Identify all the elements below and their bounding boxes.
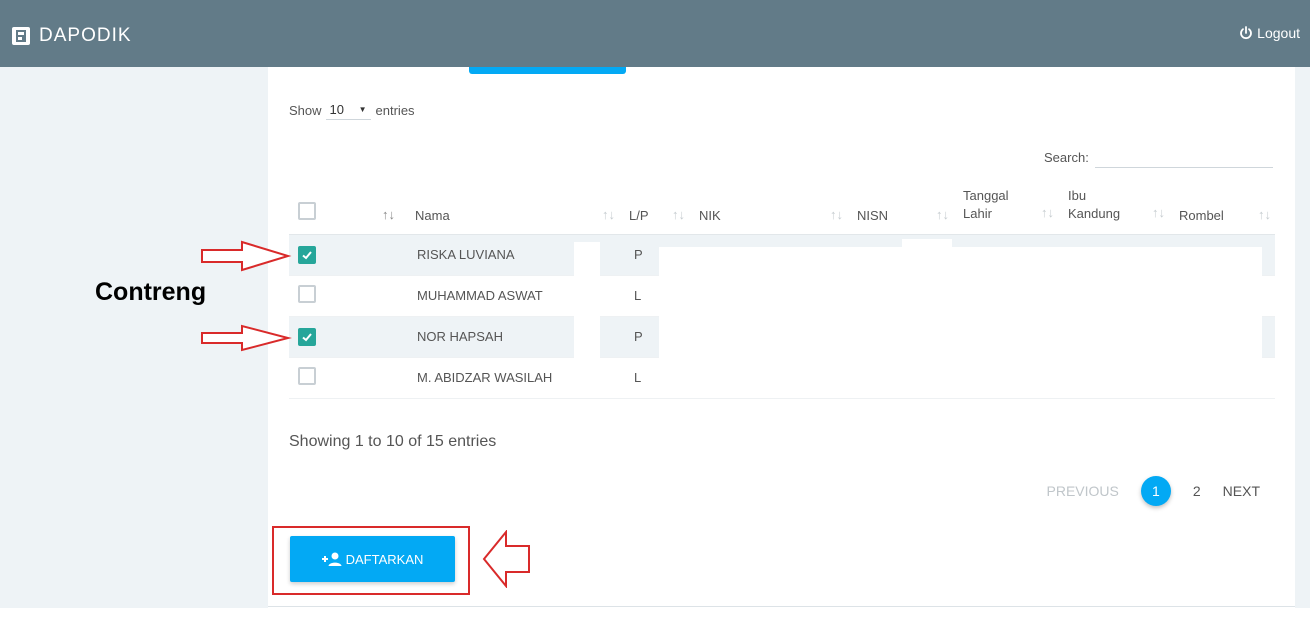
sort-icon[interactable]: ↑↓ bbox=[672, 207, 685, 222]
length-control: Show 10 ▼ entries bbox=[289, 100, 415, 120]
redaction-block bbox=[574, 242, 600, 358]
active-tab-indicator[interactable] bbox=[469, 67, 626, 74]
column-tanggal-lahir[interactable]: Tanggal Lahir ↑↓ bbox=[953, 186, 1058, 235]
pagination: PREVIOUS 1 2 NEXT bbox=[1025, 476, 1260, 506]
highlight-box bbox=[272, 526, 470, 595]
previous-page-button[interactable]: PREVIOUS bbox=[1047, 483, 1119, 499]
check-icon bbox=[302, 332, 312, 341]
entries-label: entries bbox=[375, 102, 415, 118]
search-control: Search: bbox=[1044, 146, 1273, 168]
select-all-header[interactable]: ↑↓ bbox=[289, 186, 399, 235]
column-label: Rombel bbox=[1179, 207, 1224, 223]
sort-icon[interactable]: ↑↓ bbox=[1152, 204, 1165, 222]
power-icon bbox=[1240, 26, 1253, 40]
show-label: Show bbox=[289, 102, 322, 118]
sort-icon[interactable]: ↑↓ bbox=[382, 207, 395, 222]
redaction-block bbox=[659, 247, 1262, 357]
column-nik[interactable]: NIK ↑↓ bbox=[689, 186, 847, 235]
column-label: NIK bbox=[699, 207, 721, 223]
column-label: L/P bbox=[629, 207, 649, 223]
brand[interactable]: DAPODIK bbox=[12, 26, 132, 46]
page-1-button[interactable]: 1 bbox=[1140, 476, 1171, 506]
table-header-row: ↑↓ Nama ↑↓ L/P ↑↓ NIK ↑↓ NISN ↑↓ Tanggal… bbox=[289, 186, 1275, 235]
row-checkbox[interactable] bbox=[298, 327, 316, 346]
page-2-button[interactable]: 2 bbox=[1193, 483, 1201, 499]
column-ibu-kandung[interactable]: Ibu Kandung ↑↓ bbox=[1058, 186, 1169, 235]
sort-icon[interactable]: ↑↓ bbox=[936, 207, 949, 222]
annotation-label: Contreng bbox=[95, 278, 207, 306]
row-checkbox[interactable] bbox=[298, 245, 316, 264]
row-select-cell[interactable] bbox=[289, 316, 399, 358]
column-label: Tanggal bbox=[963, 187, 1009, 203]
column-nama[interactable]: Nama ↑↓ bbox=[399, 186, 619, 235]
sort-icon[interactable]: ↑↓ bbox=[1041, 204, 1054, 222]
row-checkbox[interactable] bbox=[298, 285, 316, 303]
sort-icon[interactable]: ↑↓ bbox=[1258, 207, 1271, 222]
length-value: 10 bbox=[329, 102, 344, 117]
brand-name: DAPODIK bbox=[39, 25, 132, 46]
redaction-block bbox=[659, 357, 1262, 392]
top-navbar: DAPODIK Logout bbox=[0, 0, 1310, 67]
row-select-cell[interactable] bbox=[289, 275, 399, 317]
sort-icon[interactable]: ↑↓ bbox=[602, 207, 615, 222]
column-label: Ibu bbox=[1068, 187, 1087, 203]
column-label: Kandung bbox=[1068, 205, 1121, 221]
redaction-block bbox=[902, 239, 952, 249]
table-info: Showing 1 to 10 of 15 entries bbox=[289, 433, 497, 450]
cell-nama: M. ABIDZAR WASILAH bbox=[399, 357, 619, 399]
logout-button[interactable]: Logout bbox=[1239, 25, 1300, 41]
entries-length-select[interactable]: 10 ▼ bbox=[325, 100, 371, 120]
caret-down-icon: ▼ bbox=[358, 105, 367, 114]
column-nisn[interactable]: NISN ↑↓ bbox=[847, 186, 953, 235]
column-lp[interactable]: L/P ↑↓ bbox=[619, 186, 689, 235]
column-label: Lahir bbox=[963, 205, 992, 221]
arrow-right-icon bbox=[201, 240, 292, 272]
select-all-checkbox[interactable] bbox=[298, 201, 316, 220]
arrow-right-icon bbox=[201, 324, 292, 352]
column-rombel[interactable]: Rombel ↑↓ bbox=[1169, 186, 1275, 235]
sort-icon[interactable]: ↑↓ bbox=[830, 207, 843, 222]
row-checkbox[interactable] bbox=[298, 367, 316, 385]
row-select-cell[interactable] bbox=[289, 357, 399, 399]
check-icon bbox=[302, 250, 312, 259]
row-select-cell[interactable] bbox=[289, 234, 399, 276]
search-label: Search: bbox=[1044, 149, 1089, 165]
logout-label: Logout bbox=[1257, 25, 1300, 41]
column-label: NISN bbox=[857, 207, 889, 223]
column-label: Nama bbox=[415, 207, 450, 223]
arrow-left-icon bbox=[482, 530, 530, 588]
dapodik-logo-icon bbox=[12, 27, 30, 45]
next-page-button[interactable]: NEXT bbox=[1223, 483, 1260, 499]
search-input[interactable] bbox=[1094, 146, 1273, 168]
page-background-right bbox=[1295, 67, 1310, 608]
